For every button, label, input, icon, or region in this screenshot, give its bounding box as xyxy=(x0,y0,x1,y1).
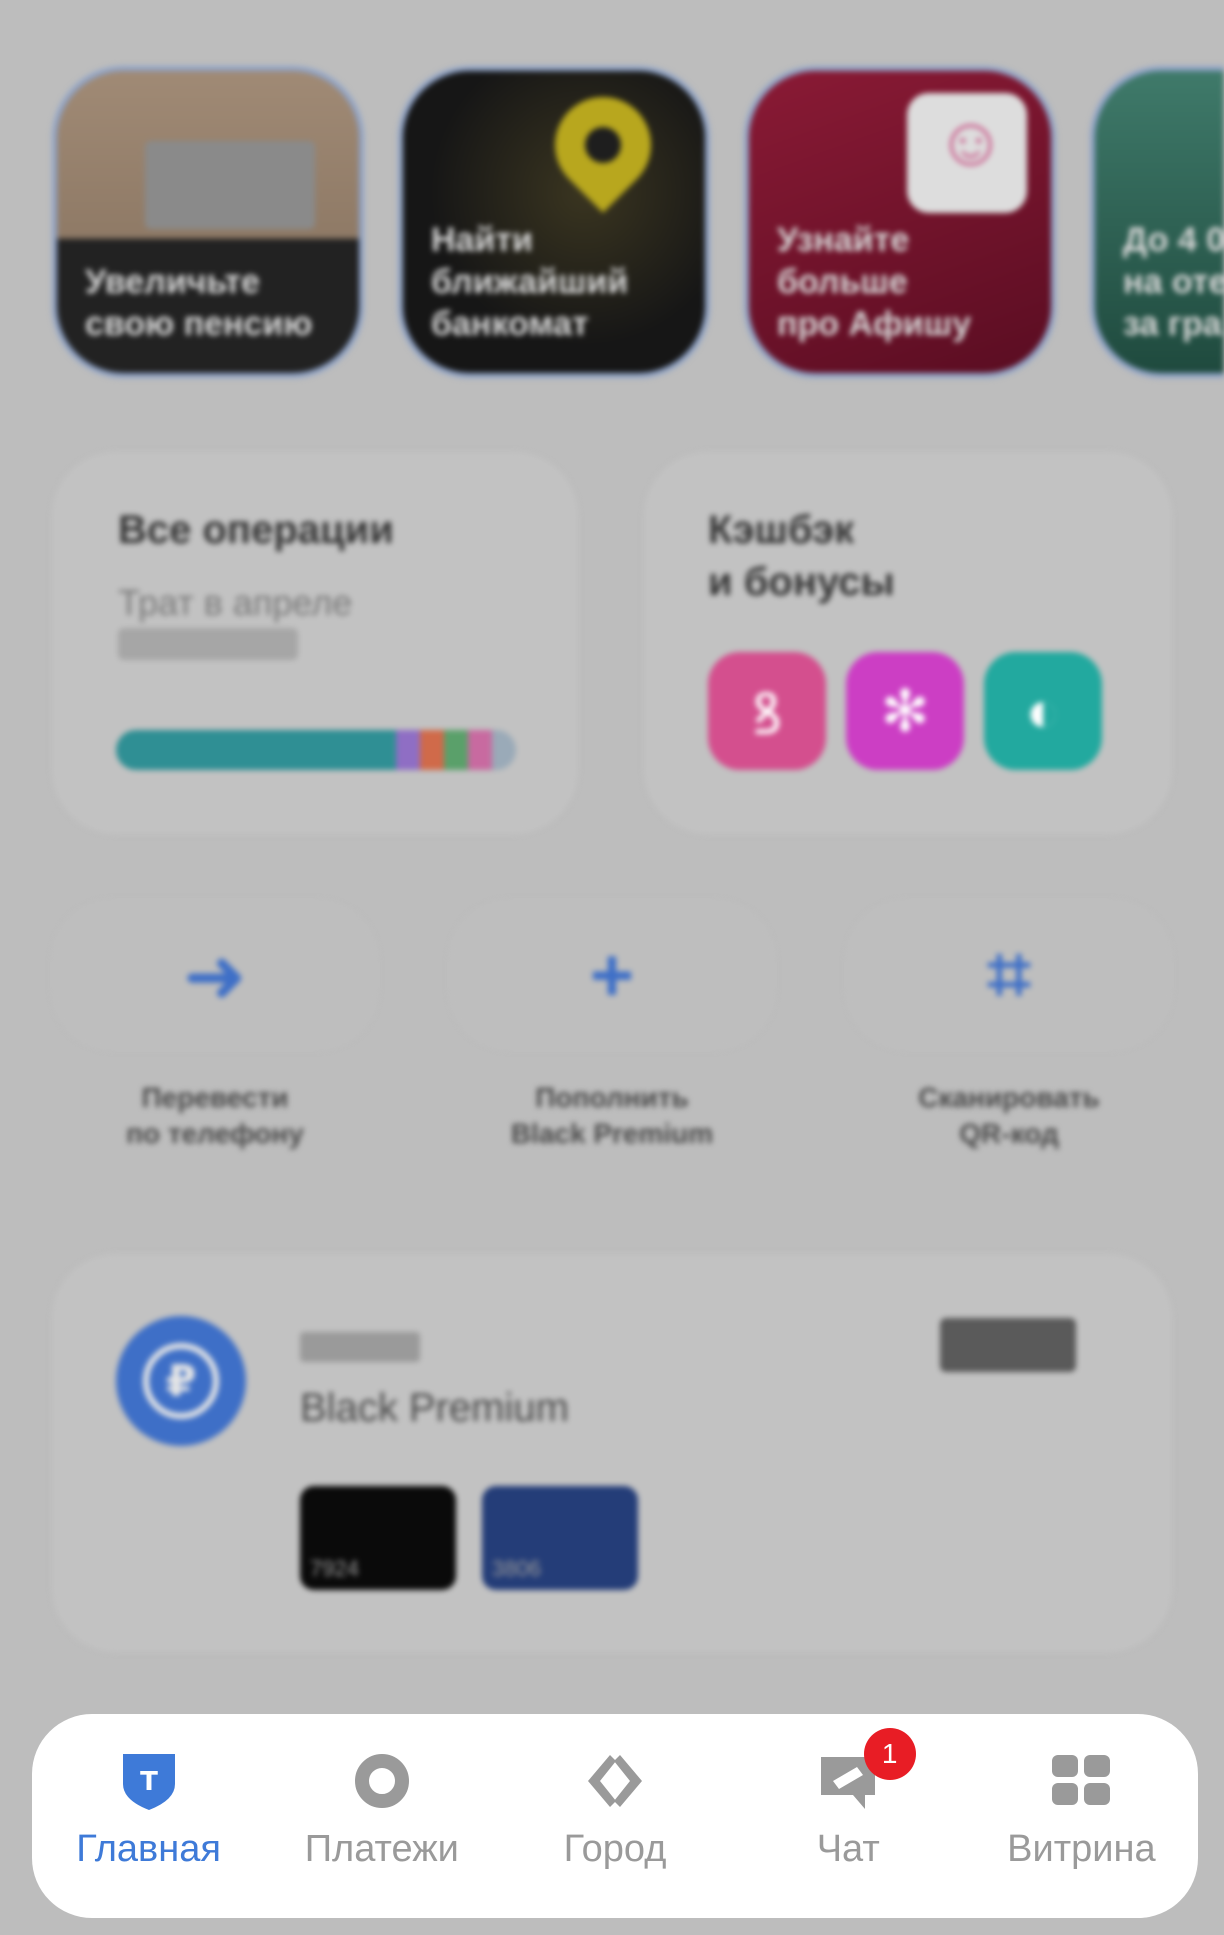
spending-bar-segment xyxy=(420,730,444,770)
cashback-card[interactable]: Кэшбэк и бонусы ꝸ ✻ ◐ xyxy=(644,452,1172,834)
story-caption: До 4 0 на оте за гра xyxy=(1123,221,1224,343)
tab-payments[interactable]: Платежи xyxy=(265,1714,498,1871)
operations-title: Все операции xyxy=(118,508,394,552)
background-content: Увеличьте свою пенсию Найти ближайший ба… xyxy=(0,0,1224,1700)
tab-city[interactable]: Город xyxy=(498,1714,731,1871)
spending-bar xyxy=(116,730,516,770)
tab-chat[interactable]: 1 Чат xyxy=(732,1714,965,1871)
action-label: Перевести по телефону xyxy=(126,1082,304,1149)
story-caption: Найти ближайший банкомат xyxy=(431,221,629,343)
svg-text:T: T xyxy=(140,1767,158,1797)
all-operations-card[interactable]: Все операции Трат в апреле xyxy=(52,452,578,834)
tab-label: Витрина xyxy=(1007,1828,1156,1870)
operations-subtitle: Трат в апреле xyxy=(118,582,353,623)
story-atm[interactable]: Найти ближайший банкомат xyxy=(398,66,710,378)
chat-bubble-icon xyxy=(732,1750,965,1812)
bank-card-thumbnail[interactable]: 7924 xyxy=(300,1486,456,1590)
stories-row: Увеличьте свою пенсию Найти ближайший ба… xyxy=(52,66,1224,386)
account-balance-hidden xyxy=(300,1332,420,1362)
action-label: Пополнить Black Premium xyxy=(510,1082,714,1149)
bank-shield-icon: T xyxy=(32,1750,265,1812)
diamond-arrows-icon xyxy=(498,1750,731,1812)
bonus-icons: ꝸ ✻ ◐ xyxy=(708,652,1102,770)
transfer-by-phone-action[interactable]: ➜ Перевести по телефону xyxy=(52,900,378,1152)
qr-scan-icon[interactable]: ⌗ xyxy=(846,900,1172,1050)
cashback-title: Кэшбэк и бонусы xyxy=(708,508,895,604)
compass-icon[interactable]: ◐ xyxy=(984,652,1102,770)
card-last4: 7924 xyxy=(310,1556,359,1581)
bottom-tab-bar: T Главная Платежи Город 1 Чат Витрина xyxy=(32,1714,1198,1918)
ruble-icon: ₽ xyxy=(143,1343,219,1419)
story-pension[interactable]: Увеличьте свою пенсию xyxy=(52,66,364,378)
spending-bar-segment xyxy=(396,730,420,770)
tab-showcase[interactable]: Витрина xyxy=(965,1714,1198,1871)
ribbon-icon[interactable]: ꝸ xyxy=(708,652,826,770)
account-card[interactable]: ₽ Black Premium 7924 3806 xyxy=(52,1254,1172,1652)
spending-bar-segment xyxy=(444,730,468,770)
spending-bar-segment xyxy=(492,730,516,770)
tab-label: Платежи xyxy=(304,1828,459,1870)
tab-label: Главная xyxy=(76,1828,221,1870)
tab-label: Город xyxy=(563,1828,667,1870)
theater-mask-icon xyxy=(907,93,1027,213)
action-label: Сканировать QR-код xyxy=(918,1082,1100,1149)
circle-icon xyxy=(265,1750,498,1812)
grid-icon xyxy=(965,1750,1198,1812)
tab-label: Чат xyxy=(816,1828,880,1870)
account-extra-hidden xyxy=(940,1318,1076,1372)
tab-home[interactable]: T Главная xyxy=(32,1714,265,1871)
account-avatar: ₽ xyxy=(116,1316,246,1446)
spending-bar-segment xyxy=(116,730,396,770)
story-travel[interactable]: До 4 0 на оте за гра xyxy=(1090,66,1224,378)
story-afisha[interactable]: Узнайте больше про Афишу xyxy=(744,66,1056,378)
top-up-action[interactable]: + Пополнить Black Premium xyxy=(449,900,775,1152)
spending-amount-hidden xyxy=(118,628,298,660)
money-pack-image xyxy=(145,141,315,229)
scan-qr-action[interactable]: ⌗ Сканировать QR-код xyxy=(846,900,1172,1152)
unread-badge: 1 xyxy=(863,1728,916,1780)
plus-icon[interactable]: + xyxy=(449,900,775,1050)
story-caption: Узнайте больше про Афишу xyxy=(777,221,971,343)
account-name: Black Premium xyxy=(300,1386,569,1430)
story-caption: Увеличьте свою пенсию xyxy=(85,263,313,343)
spending-bar-segment xyxy=(468,730,492,770)
card-last4: 3806 xyxy=(492,1556,541,1581)
map-pin-icon xyxy=(535,77,671,213)
arrow-right-icon[interactable]: ➜ xyxy=(52,900,378,1050)
bank-card-thumbnail[interactable]: 3806 xyxy=(482,1486,638,1590)
butterfly-icon[interactable]: ✻ xyxy=(846,652,964,770)
